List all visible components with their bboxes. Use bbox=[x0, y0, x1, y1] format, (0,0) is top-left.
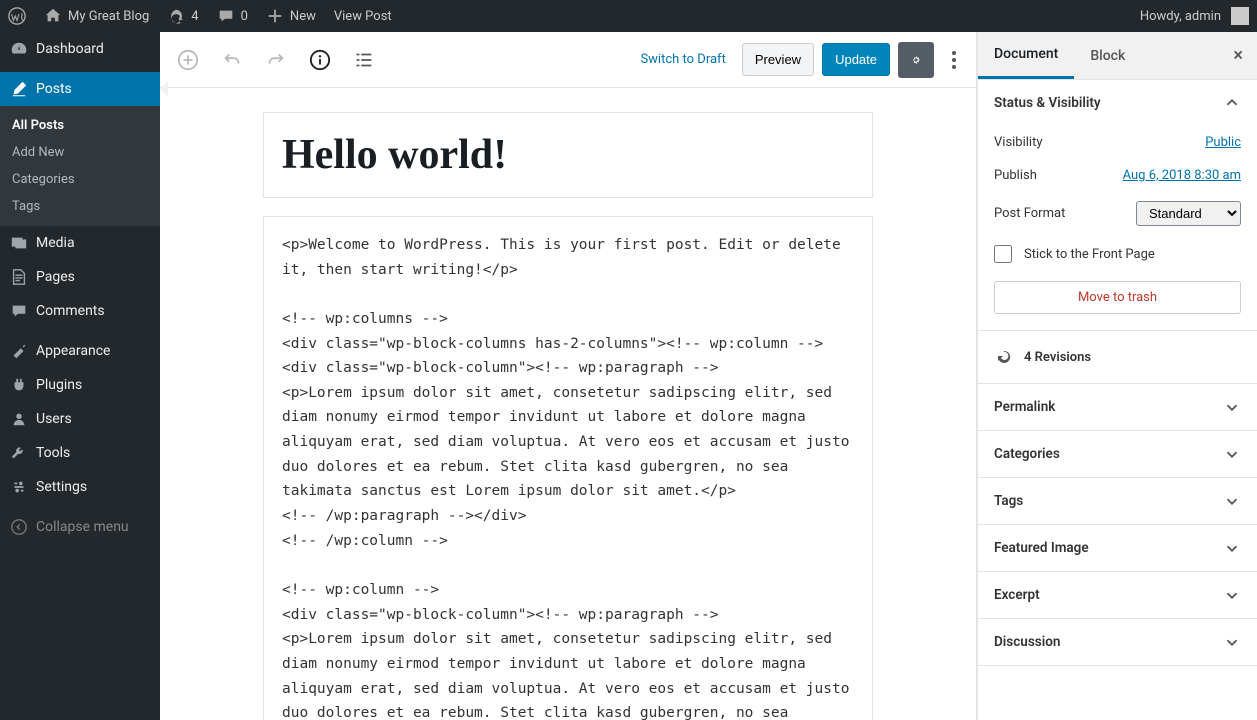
undo-button[interactable] bbox=[214, 42, 250, 78]
move-to-trash[interactable]: Move to trash bbox=[994, 281, 1241, 314]
section-revisions[interactable]: 4 Revisions bbox=[978, 331, 1257, 383]
updates-link[interactable]: 4 bbox=[167, 7, 198, 25]
submenu-posts: All Posts Add New Categories Tags bbox=[0, 106, 160, 226]
sticky-checkbox[interactable] bbox=[994, 245, 1012, 263]
comments-link[interactable]: 0 bbox=[217, 7, 248, 25]
post-title-input[interactable]: Hello world! bbox=[263, 112, 873, 198]
menu-appearance[interactable]: Appearance bbox=[0, 334, 160, 368]
menu-pages[interactable]: Pages bbox=[0, 260, 160, 294]
tab-block[interactable]: Block bbox=[1074, 34, 1141, 78]
label-visibility: Visibility bbox=[994, 135, 1043, 150]
submenu-tags[interactable]: Tags bbox=[0, 193, 160, 220]
menu-settings[interactable]: Settings bbox=[0, 470, 160, 504]
new-link[interactable]: New bbox=[266, 7, 316, 25]
editor-toolbar: Switch to Draft Preview Update bbox=[160, 32, 976, 88]
chevron-down-icon bbox=[1223, 539, 1241, 557]
chevron-up-icon bbox=[1223, 94, 1241, 112]
label-format: Post Format bbox=[994, 206, 1065, 221]
section-permalink[interactable]: Permalink bbox=[978, 384, 1257, 430]
chevron-down-icon bbox=[1223, 492, 1241, 510]
updates-count: 4 bbox=[191, 9, 198, 24]
menu-media[interactable]: Media bbox=[0, 226, 160, 260]
submenu-add-new[interactable]: Add New bbox=[0, 139, 160, 166]
update-button[interactable]: Update bbox=[822, 43, 890, 76]
menu-tools[interactable]: Tools bbox=[0, 436, 160, 470]
section-tags[interactable]: Tags bbox=[978, 478, 1257, 524]
site-name: My Great Blog bbox=[68, 9, 149, 24]
menu-collapse[interactable]: Collapse menu bbox=[0, 510, 160, 544]
menu-posts[interactable]: Posts bbox=[0, 72, 160, 106]
chevron-down-icon bbox=[1223, 633, 1241, 651]
admin-bar: My Great Blog 4 0 New View Post Howdy, a… bbox=[0, 0, 1257, 32]
submenu-all-posts[interactable]: All Posts bbox=[0, 112, 160, 139]
label-publish: Publish bbox=[994, 168, 1037, 183]
menu-comments[interactable]: Comments bbox=[0, 294, 160, 328]
value-publish[interactable]: Aug 6, 2018 8:30 am bbox=[1123, 168, 1241, 183]
menu-users[interactable]: Users bbox=[0, 402, 160, 436]
site-link[interactable]: My Great Blog bbox=[44, 7, 149, 25]
section-excerpt[interactable]: Excerpt bbox=[978, 572, 1257, 618]
settings-button[interactable] bbox=[898, 42, 934, 78]
chevron-down-icon bbox=[1223, 445, 1241, 463]
admin-sidebar: Dashboard Posts All Posts Add New Catego… bbox=[0, 32, 160, 720]
close-inspector[interactable]: × bbox=[1219, 45, 1257, 66]
value-visibility[interactable]: Public bbox=[1205, 135, 1241, 150]
history-icon bbox=[994, 347, 1014, 367]
howdy-user[interactable]: Howdy, admin bbox=[1140, 7, 1249, 25]
more-menu[interactable] bbox=[942, 45, 966, 75]
sticky-checkbox-row[interactable]: Stick to the Front Page bbox=[994, 235, 1241, 273]
preview-button[interactable]: Preview bbox=[742, 43, 814, 76]
view-post-link[interactable]: View Post bbox=[334, 9, 392, 24]
chevron-down-icon bbox=[1223, 398, 1241, 416]
post-format-select[interactable]: Standard bbox=[1136, 201, 1241, 226]
chevron-down-icon bbox=[1223, 586, 1241, 604]
menu-plugins[interactable]: Plugins bbox=[0, 368, 160, 402]
section-categories[interactable]: Categories bbox=[978, 431, 1257, 477]
section-featured[interactable]: Featured Image bbox=[978, 525, 1257, 571]
submenu-categories[interactable]: Categories bbox=[0, 166, 160, 193]
section-status[interactable]: Status & Visibility bbox=[978, 80, 1257, 126]
outline-button[interactable] bbox=[346, 42, 382, 78]
info-button[interactable] bbox=[302, 42, 338, 78]
avatar bbox=[1231, 7, 1249, 25]
redo-button[interactable] bbox=[258, 42, 294, 78]
switch-to-draft[interactable]: Switch to Draft bbox=[632, 44, 733, 75]
inspector-panel: Document Block × Status & Visibility Vis… bbox=[977, 32, 1257, 720]
new-label: New bbox=[290, 9, 316, 24]
menu-dashboard[interactable]: Dashboard bbox=[0, 32, 160, 66]
comments-count: 0 bbox=[241, 9, 248, 24]
tab-document[interactable]: Document bbox=[978, 32, 1074, 79]
post-content-editor[interactable]: <p>Welcome to WordPress. This is your fi… bbox=[263, 216, 873, 720]
wp-logo[interactable] bbox=[8, 7, 26, 25]
section-discussion[interactable]: Discussion bbox=[978, 619, 1257, 665]
add-block-button[interactable] bbox=[170, 42, 206, 78]
